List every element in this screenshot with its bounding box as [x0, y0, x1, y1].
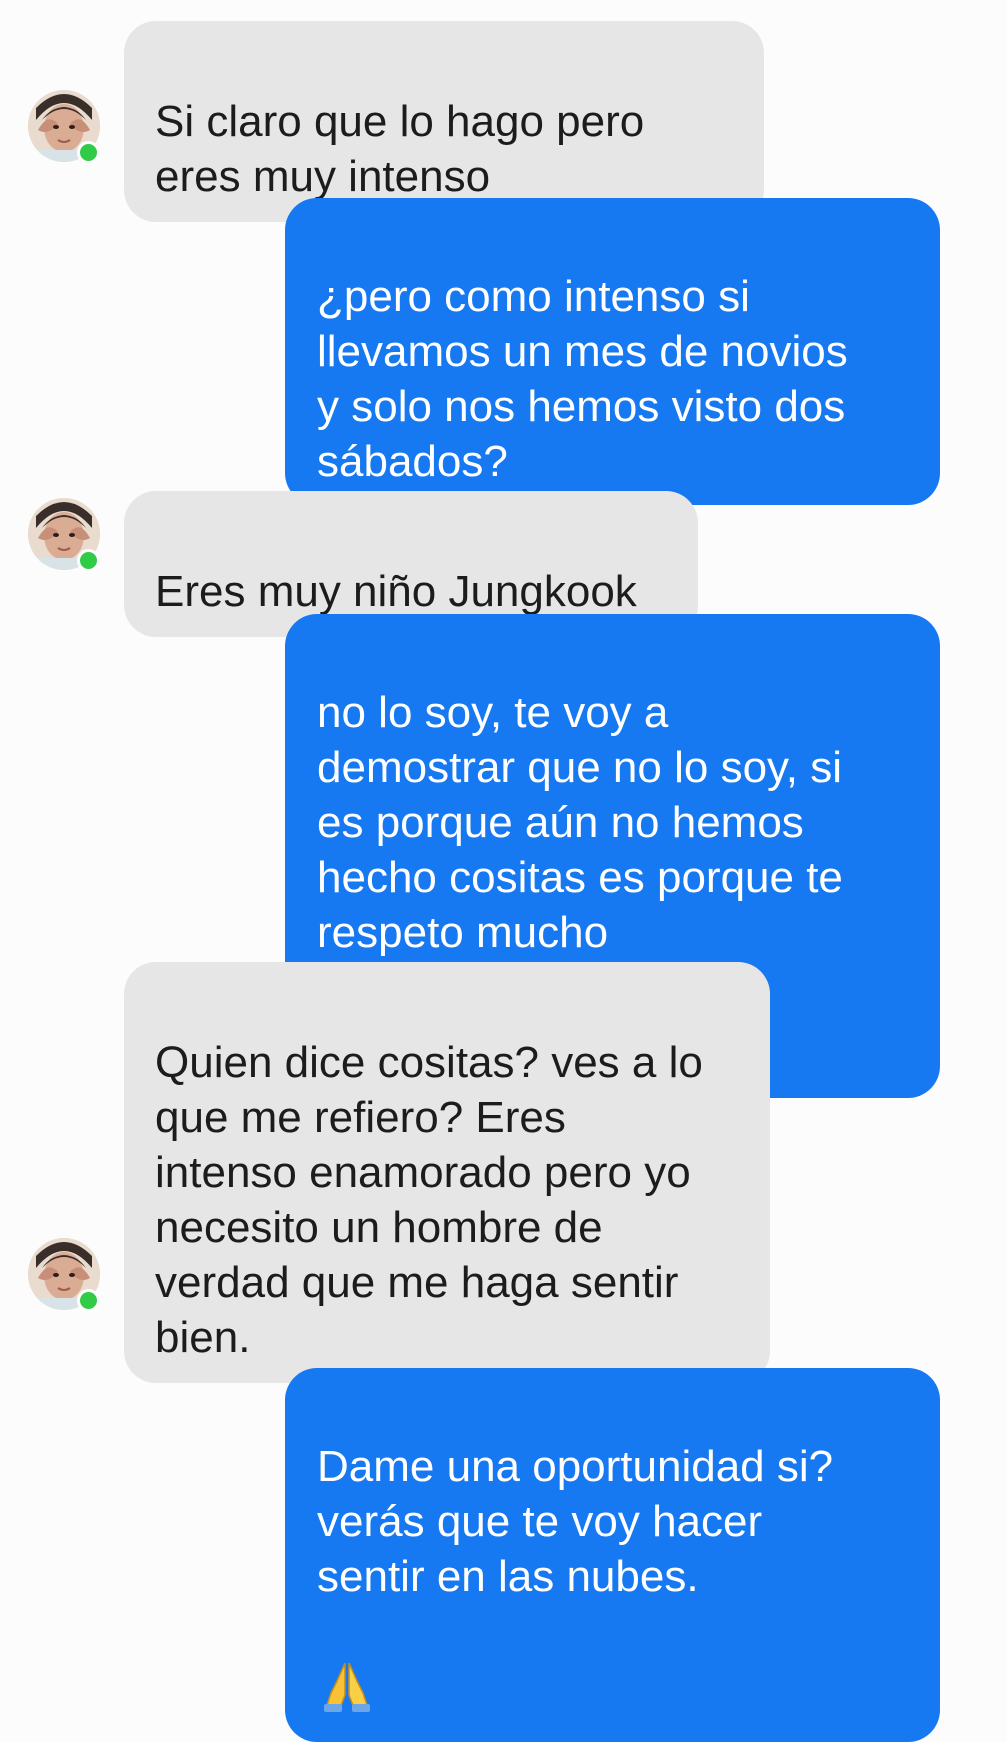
folded-hands-emoji: [321, 1604, 373, 1726]
message-text: Quien dice cositas? ves a lo que me refi…: [155, 1038, 703, 1362]
message-bubble-sent[interactable]: Dame una oportunidad si? verás que te vo…: [285, 1368, 940, 1742]
online-status-dot: [77, 549, 100, 572]
message-text: Si claro que lo hago pero eres muy inten…: [155, 97, 645, 201]
message-text: no lo soy, te voy a demostrar que no lo …: [317, 688, 843, 957]
chat-screen: { "conversation": { "messages": [ {"dire…: [0, 0, 1007, 1742]
contact-avatar[interactable]: [28, 498, 100, 572]
online-status-dot: [77, 1289, 100, 1312]
message-bubble-received[interactable]: Quien dice cositas? ves a lo que me refi…: [124, 962, 770, 1383]
contact-avatar[interactable]: [28, 1238, 100, 1312]
message-text: ¿pero como intenso si llevamos un mes de…: [317, 272, 848, 486]
online-status-dot: [77, 141, 100, 164]
message-text: Eres muy niño Jungkook: [155, 567, 637, 616]
contact-avatar[interactable]: [28, 90, 100, 164]
message-bubble-sent[interactable]: ¿pero como intenso si llevamos un mes de…: [285, 198, 940, 505]
message-bubble-received[interactable]: Si claro que lo hago pero eres muy inten…: [124, 21, 764, 222]
message-text: Dame una oportunidad si? verás que te vo…: [317, 1442, 834, 1601]
